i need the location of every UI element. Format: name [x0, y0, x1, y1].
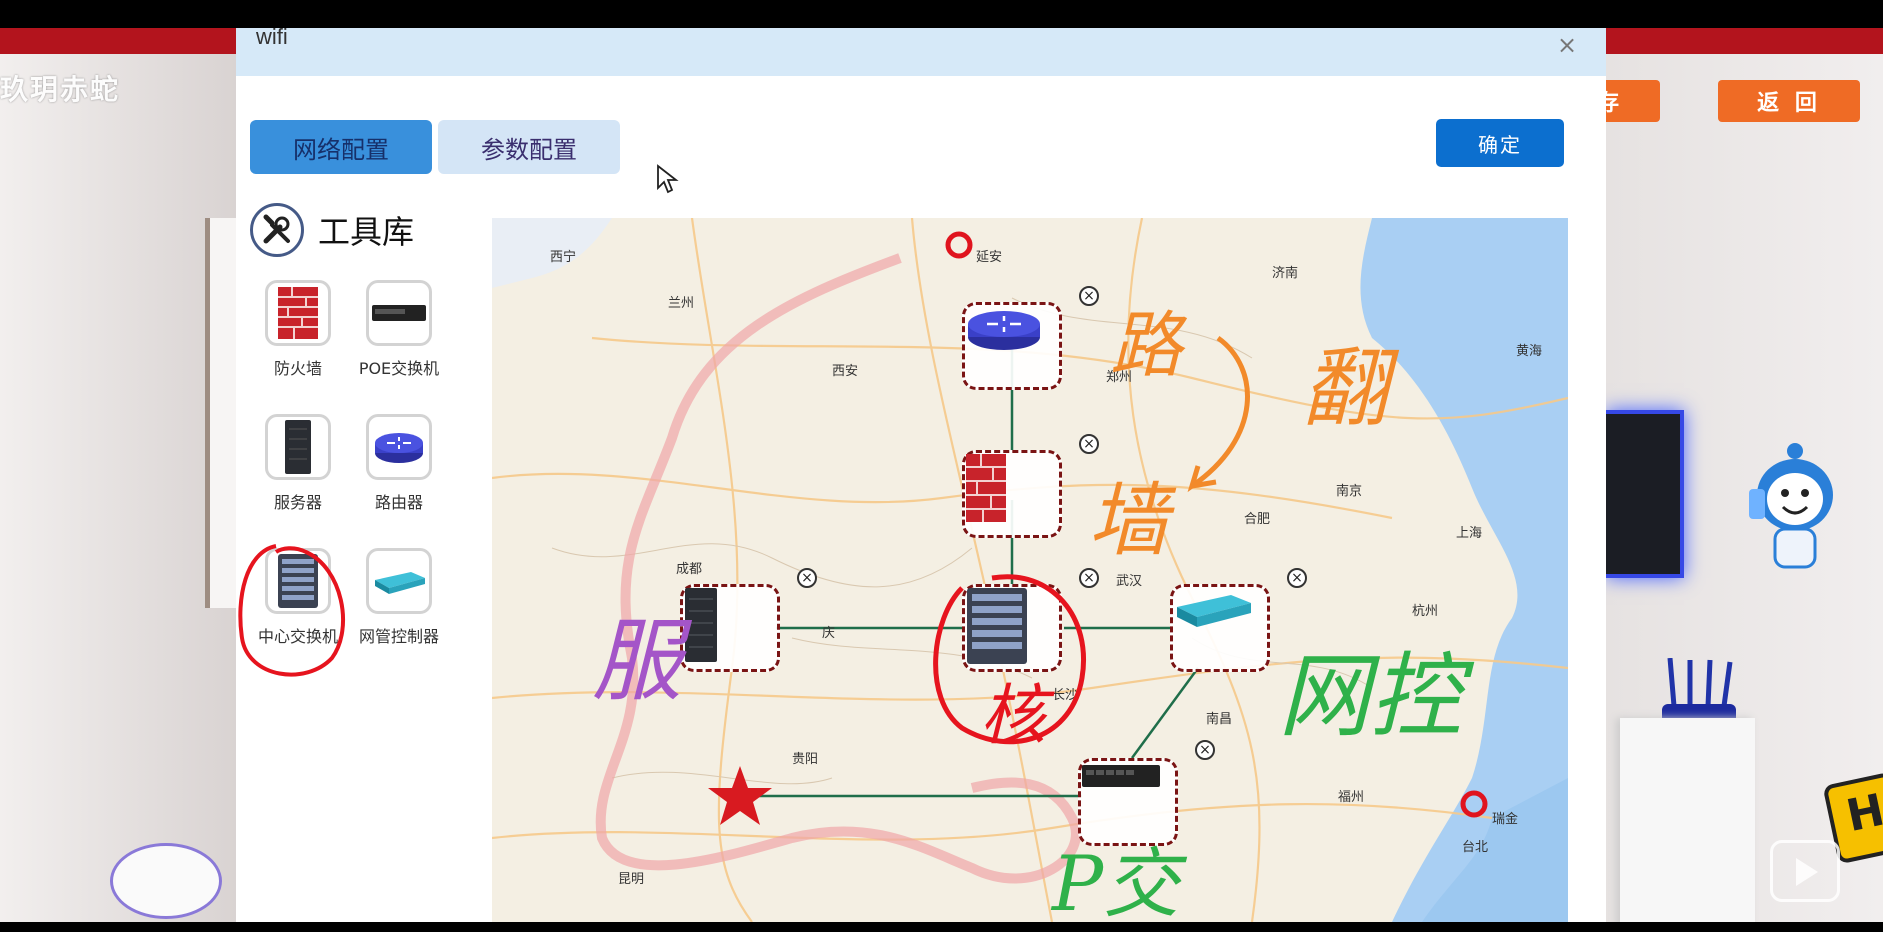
- mouse-cursor-icon: [657, 164, 679, 194]
- toolbox-title: 工具库: [318, 213, 415, 251]
- modal-header: wifi ×: [236, 28, 1606, 76]
- tool-server[interactable]: 服务器: [248, 414, 348, 513]
- config-modal: wifi × 网络配置 参数配置 确定 工具库 防火墙 POE交换机 服务器 路…: [236, 28, 1606, 922]
- tools-icon: [250, 203, 304, 257]
- annotation-core-switch: 核: [980, 677, 1046, 754]
- annotation-turn: 翻: [1302, 339, 1388, 439]
- tool-highlight-circle: [238, 544, 346, 677]
- network-topology-map[interactable]: 西宁 延安 济南 兰州 西安 郑州 黄海 南京 合肥 上海 成都 武汉 杭州 庆…: [492, 218, 1568, 922]
- poe-switch-icon: [366, 280, 432, 346]
- tool-label: 网管控制器: [358, 627, 439, 646]
- server-icon: [265, 414, 331, 480]
- annotation-poe: P交: [1052, 839, 1180, 922]
- tool-firewall[interactable]: 防火墙: [248, 280, 348, 379]
- robot-vacuum-icon: [110, 843, 222, 919]
- tool-network-controller[interactable]: 网管控制器: [349, 548, 449, 647]
- annotation-controller: 网控: [1278, 643, 1463, 750]
- tool-router[interactable]: 路由器: [349, 414, 449, 513]
- screen: 玖玥赤蛇 存 返 回 H wifi × 网络配置 参数配置 确定 工具库 防火墙…: [0, 0, 1883, 932]
- tool-label: 路由器: [374, 493, 423, 512]
- toolbox-header: 工具库: [250, 202, 470, 258]
- firewall-icon: [265, 280, 331, 346]
- tab-network-config[interactable]: 网络配置: [250, 120, 432, 174]
- background-door: [205, 218, 237, 608]
- annotation-router: 路: [1110, 303, 1183, 387]
- confirm-button[interactable]: 确定: [1436, 119, 1564, 167]
- tool-label: POE交换机: [358, 359, 440, 378]
- router-icon: [366, 414, 432, 480]
- background-logo: 玖玥赤蛇: [0, 73, 121, 106]
- annotation-server: 服: [592, 609, 682, 714]
- tool-poe-switch[interactable]: POE交换机: [349, 280, 449, 379]
- pedestal: [1620, 718, 1755, 922]
- background-left-wall: [0, 54, 236, 922]
- play-triangle-icon: [1796, 858, 1818, 886]
- network-controller-icon: [366, 548, 432, 614]
- close-icon[interactable]: ×: [1554, 32, 1580, 58]
- tv-screen: [1606, 410, 1684, 578]
- tab-parameter-config[interactable]: 参数配置: [438, 120, 620, 174]
- tool-label: 防火墙: [273, 359, 322, 378]
- back-button[interactable]: 返 回: [1718, 80, 1860, 122]
- tool-label: 服务器: [273, 493, 322, 512]
- modal-title: wifi: [256, 28, 288, 49]
- hand-annotations: [933, 335, 1250, 745]
- mascot-icon: [1749, 443, 1833, 569]
- annotation-firewall: 墙: [1088, 474, 1168, 567]
